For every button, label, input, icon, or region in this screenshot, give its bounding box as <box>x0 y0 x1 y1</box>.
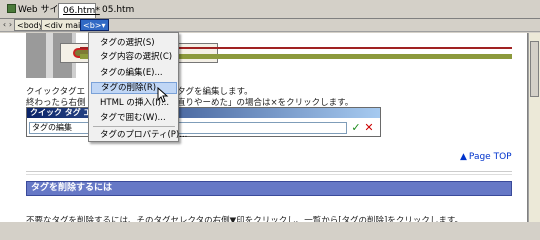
quick-tag-editor-title: クイック タグ エ <box>27 108 380 118</box>
tab-label: 05.htm <box>102 5 135 15</box>
page-top-label: Page TOP <box>468 152 512 162</box>
screenshot-image-strip <box>46 33 53 78</box>
menu-item-wrap-tag[interactable]: タグで囲む(W)... <box>91 112 177 124</box>
tab-06-htm[interactable]: 06.htm* <box>58 3 100 18</box>
document-view[interactable]: クイックタグエ 夕グを編集します。 終わったら右側 直りやーめた」の場合は×をク… <box>0 33 528 222</box>
triangle-up-icon: ▲ <box>460 152 467 162</box>
vertical-scrollbar[interactable] <box>528 33 540 222</box>
tag-chip-label: <b> <box>83 21 102 30</box>
tab-05-htm[interactable]: 05.htm <box>98 3 135 18</box>
scrollbar-thumb[interactable] <box>530 41 539 97</box>
document-tab-bar: Web サイト 06.htm* 05.htm <box>0 0 540 19</box>
mouse-pointer-icon <box>157 87 169 103</box>
body-text: 不要なタグを削除するには、そのタグセレクタの右側▼印をクリックし、一覧から[タグ… <box>26 216 463 222</box>
menu-item-select-tag[interactable]: タグの選択(S) <box>91 37 177 49</box>
quick-tag-editor-image: クイック タグ エ タグの編集 ✓ ✕ <box>26 107 381 137</box>
divider <box>26 171 512 172</box>
menu-separator <box>93 126 175 127</box>
tab-web-site[interactable]: Web サイト <box>3 3 67 18</box>
menu-item-edit-tag[interactable]: タグの編集(E)... <box>91 67 177 79</box>
page-top-link[interactable]: ▲ Page TOP <box>460 152 512 162</box>
tab-label: 06.htm* <box>63 6 100 16</box>
tag-selector-bar: ‹ › <body> <div main> <b>▾ <box>0 19 540 32</box>
close-icon: ✕ <box>364 121 374 134</box>
tag-chip-b[interactable]: <b>▾ <box>80 19 109 31</box>
section-heading: タグを削除するには <box>26 181 512 196</box>
checkmark-icon: ✓ <box>351 121 361 134</box>
chevron-down-icon: ▾ <box>101 21 106 30</box>
menu-item-select-tag-content[interactable]: タグ内容の選択(C) <box>91 51 177 63</box>
quick-tag-editor-field: タグの編集 <box>29 122 347 134</box>
divider <box>26 174 512 175</box>
tag-nav-right-icon[interactable]: › <box>7 20 14 30</box>
site-icon <box>7 4 16 13</box>
menu-item-tag-properties[interactable]: タグのプロパティ(P)... <box>91 129 187 141</box>
